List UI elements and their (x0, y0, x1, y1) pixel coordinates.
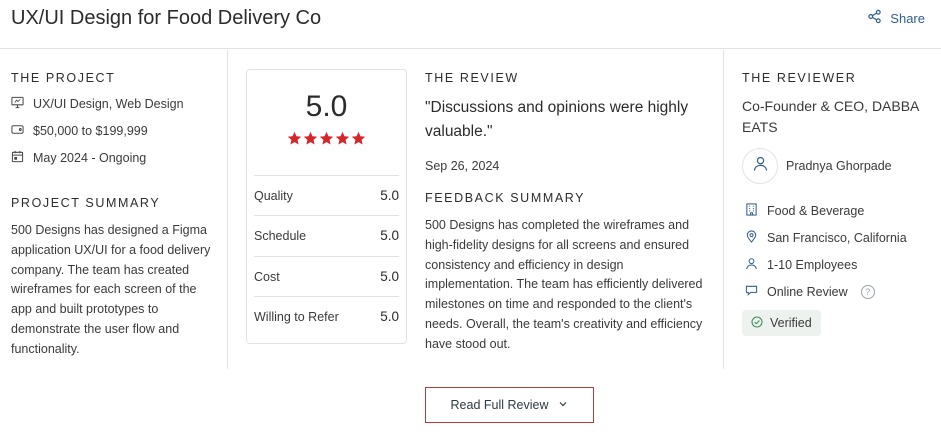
project-summary-text: 500 Designs has designed a Figma applica… (11, 223, 211, 356)
price-tag-icon (11, 123, 24, 139)
reviewer-employees: 1-10 Employees (745, 257, 857, 273)
star-icon (351, 131, 366, 151)
monitor-icon (11, 96, 24, 112)
column-divider (227, 50, 228, 369)
star-icon (303, 131, 318, 151)
project-summary-heading: PROJECT SUMMARY (11, 196, 161, 210)
project-service-label: UX/UI Design, Web Design (33, 97, 184, 111)
reviewer-role: Co-Founder & CEO, DABBA EATS (742, 98, 919, 135)
rating-row-cost: Cost 5.0 (254, 256, 399, 296)
avatar (742, 148, 778, 184)
person-icon (745, 257, 758, 273)
rating-row-quality: Quality 5.0 (254, 175, 399, 215)
rating-row-schedule: Schedule 5.0 (254, 215, 399, 255)
verified-badge: Verified (742, 310, 821, 336)
rating-label: Schedule (254, 228, 307, 243)
chevron-down-icon (558, 398, 568, 412)
rating-value: 5.0 (380, 188, 399, 203)
project-timeline: May 2024 - Ongoing (11, 150, 146, 166)
star-icon (287, 131, 302, 151)
project-timeline-label: May 2024 - Ongoing (33, 151, 147, 165)
rating-row-willing-to-refer: Willing to Refer 5.0 (254, 296, 399, 336)
reviewer-location-label: San Francisco, California (767, 231, 907, 245)
reviewer-industry-label: Food & Beverage (767, 204, 865, 218)
project-service: UX/UI Design, Web Design (11, 96, 184, 112)
reviewer-location: San Francisco, California (745, 230, 907, 246)
star-rating (287, 131, 366, 151)
share-label: Share (890, 10, 925, 26)
column-divider (723, 50, 724, 369)
help-icon[interactable]: ? (860, 285, 875, 299)
read-full-review-button[interactable]: Read Full Review (425, 387, 594, 423)
rating-card: 5.0 Quality 5.0 Schedule 5.0 Cost 5.0 Wi… (246, 69, 407, 344)
verified-label: Verified (770, 316, 812, 330)
review-heading: THE REVIEW (425, 71, 519, 85)
page-title: UX/UI Design for Food Delivery Co (11, 7, 322, 29)
reviewer-heading: THE REVIEWER (742, 71, 857, 85)
feedback-summary-text: 500 Designs has completed the wireframes… (425, 218, 703, 351)
reviewer-name: Pradnya Ghorpade (786, 159, 892, 173)
page-header: UX/UI Design for Food Delivery Co Share (0, 0, 941, 49)
rating-label: Willing to Refer (254, 309, 339, 324)
location-pin-icon (745, 230, 758, 246)
project-budget-label: $50,000 to $199,999 (33, 124, 148, 138)
star-icon (319, 131, 334, 151)
feedback-summary-heading: FEEDBACK SUMMARY (425, 191, 586, 205)
reviewer-review-type-label: Online Review (767, 285, 848, 299)
share-button[interactable]: Share (867, 9, 925, 27)
overall-rating: 5.0 (305, 90, 348, 123)
share-icon (867, 9, 882, 27)
rating-value: 5.0 (380, 269, 399, 284)
project-budget: $50,000 to $199,999 (11, 123, 148, 139)
review-quote: "Discussions and opinions were highly va… (425, 99, 689, 140)
reviewer-employees-label: 1-10 Employees (767, 258, 858, 272)
rating-label: Cost (254, 269, 280, 284)
reviewer-industry: Food & Beverage (745, 203, 864, 219)
star-icon (335, 131, 350, 151)
calendar-icon (11, 150, 24, 166)
rating-value: 5.0 (380, 228, 399, 243)
rating-label: Quality (254, 188, 293, 203)
rating-value: 5.0 (380, 309, 399, 324)
check-circle-icon (751, 315, 763, 331)
read-full-review-label: Read Full Review (450, 398, 549, 412)
building-icon (745, 203, 758, 219)
review-date: Sep 26, 2024 (425, 159, 500, 173)
project-heading: THE PROJECT (11, 71, 116, 85)
user-icon (752, 155, 769, 177)
reviewer-review-type: Online Review ? (745, 284, 875, 300)
chat-bubble-icon (745, 284, 758, 300)
